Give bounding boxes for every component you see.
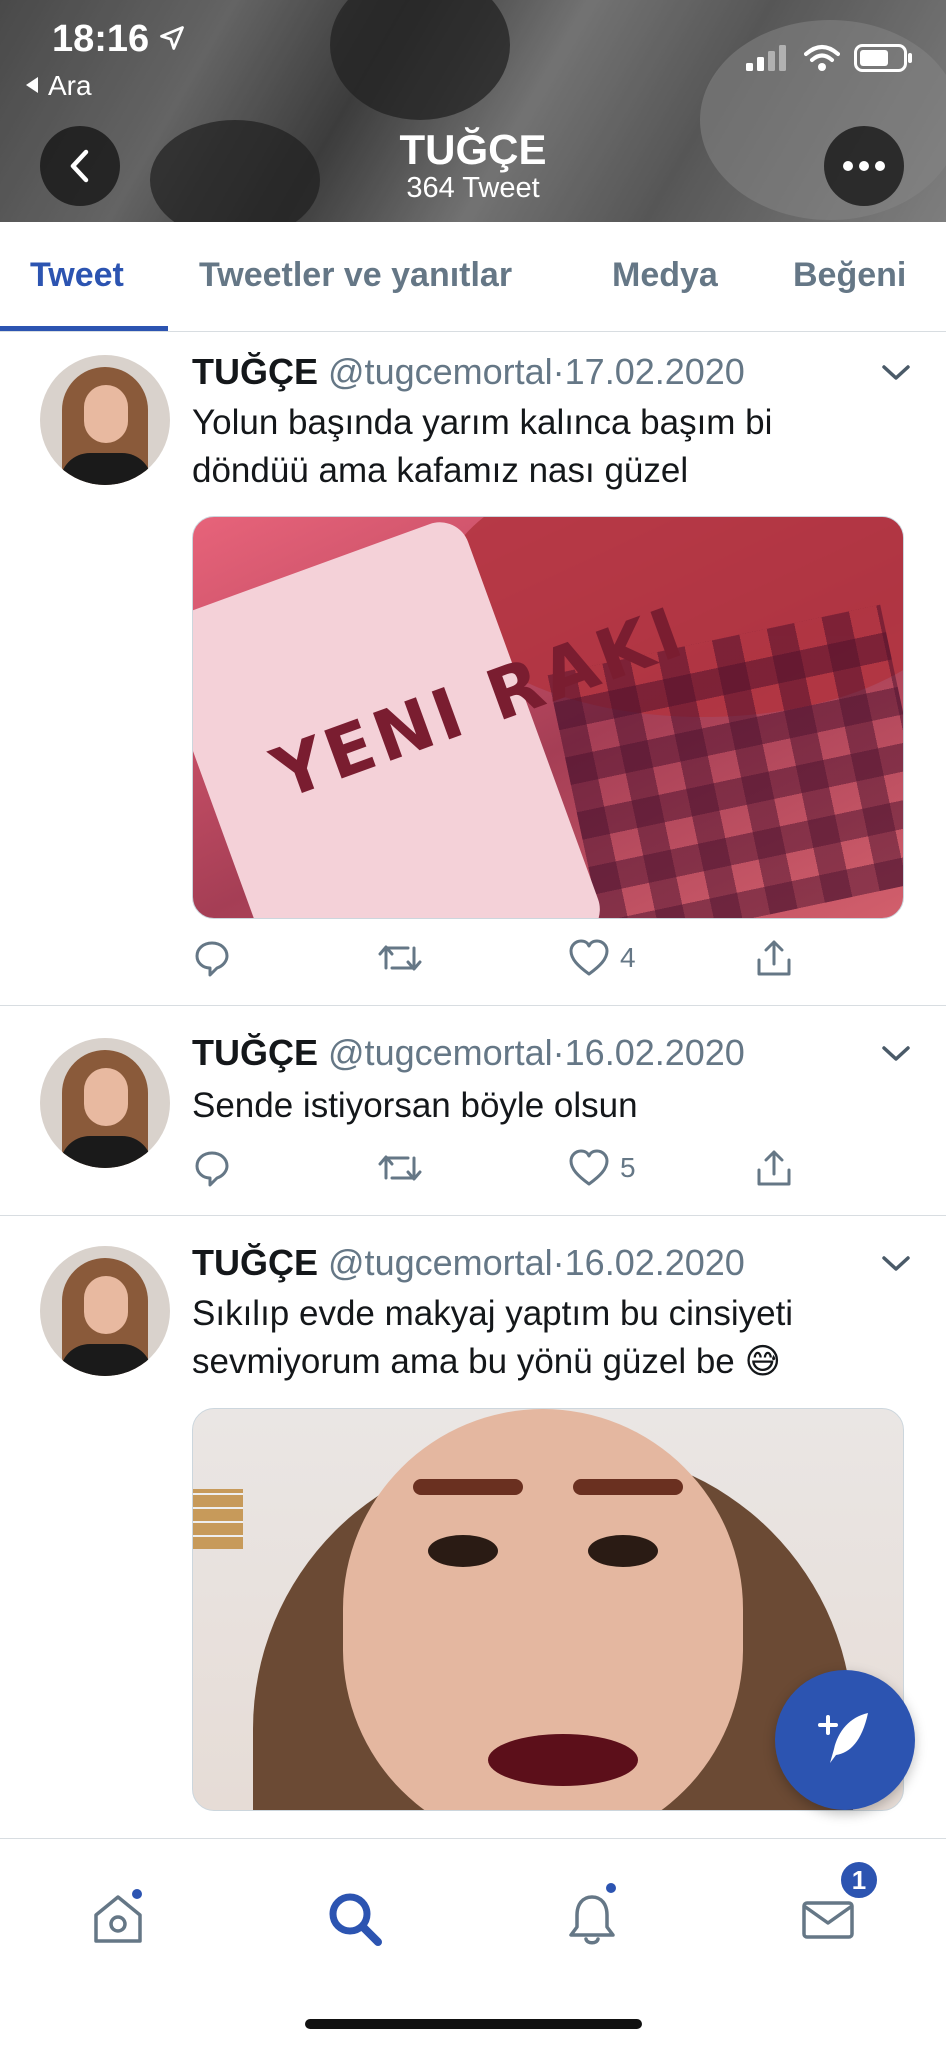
tweet-text: Yolun başında yarım kalınca başım bi dön… [192,403,773,490]
heart-icon [569,1149,609,1186]
tab-media[interactable]: Medya [612,256,718,295]
tweet-author-name[interactable]: TUĞÇE [192,1242,318,1283]
tweet-separator: · [552,351,565,392]
retweet-button[interactable] [376,938,424,978]
battery-icon [854,44,912,72]
status-time: 18:16 [52,18,150,60]
avatar[interactable] [40,1246,170,1376]
chevron-down-icon[interactable] [880,363,912,383]
active-tab-indicator [0,326,168,331]
retweet-icon [378,1155,422,1181]
tweet-date: 16.02.2020 [564,1032,745,1073]
bottom-navigation: 1 [0,1838,946,2048]
tweet-header: TUĞÇE @tugcemortal·16.02.2020 [192,1032,745,1074]
retweet-icon [378,945,422,971]
tweet-separator: · [552,1242,565,1283]
heart-icon [569,939,609,976]
chevron-down-icon[interactable] [880,1044,912,1064]
status-icons [746,44,914,72]
reply-button[interactable] [192,938,232,978]
wifi-icon [804,45,840,71]
tweet-header: TUĞÇE @tugcemortal·17.02.2020 [192,351,745,393]
compose-tweet-button[interactable] [775,1670,915,1810]
tab-tweets-and-replies[interactable]: Tweetler ve yanıtlar [199,256,512,295]
nav-notifications[interactable] [552,1879,632,1959]
location-arrow-icon [160,26,184,50]
tweet-image[interactable]: YENI RAKI [192,516,904,919]
tab-likes[interactable]: Beğeni [793,256,906,295]
more-dot-icon [843,161,853,171]
chevron-down-icon[interactable] [880,1254,912,1274]
share-icon [757,1150,791,1186]
tweet-item[interactable]: TUĞÇE @tugcemortal·17.02.2020 Yolun başı… [0,333,946,1006]
profile-tabs: Tweet Tweetler ve yanıtlar Medya Beğeni [0,222,946,332]
back-to-app-link[interactable]: Ara [26,70,92,102]
messages-badge: 1 [838,1859,880,1901]
retweet-button[interactable] [376,1148,424,1188]
like-count: 5 [620,1152,636,1183]
nav-home[interactable] [78,1879,158,1959]
more-dot-icon [859,161,869,171]
tweet-separator: · [552,1032,565,1073]
home-notification-dot [130,1887,144,1901]
tweet-author-name[interactable]: TUĞÇE [192,1032,318,1073]
share-button[interactable] [754,938,794,978]
like-count: 4 [620,942,636,973]
tweet-actions: 4 [192,938,812,988]
tab-tweet[interactable]: Tweet [30,256,124,295]
tweet-text: Sende istiyorsan böyle olsun [192,1086,638,1125]
avatar[interactable] [40,355,170,485]
tweet-date: 17.02.2020 [564,351,745,392]
profile-name: TUĞÇE [399,126,547,173]
back-triangle-icon [26,77,38,93]
tweet-author-handle: @tugcemortal [328,1032,553,1073]
profile-header: 18:16 Ara TUĞÇE 364 Tweet [0,0,946,222]
reply-icon [195,1151,229,1187]
tweet-header: TUĞÇE @tugcemortal·16.02.2020 [192,1242,745,1284]
tweet-count: 364 Tweet [406,172,540,204]
compose-feather-icon [818,1713,868,1763]
tweet-author-handle: @tugcemortal [328,351,553,392]
like-button[interactable]: 4 [568,938,636,978]
notifications-dot [604,1881,618,1895]
signal-icon [746,45,786,71]
tweet-date: 16.02.2020 [564,1242,745,1283]
tweet-author-name[interactable]: TUĞÇE [192,351,318,392]
more-options-button[interactable] [824,126,904,206]
back-app-label: Ara [48,70,92,101]
search-icon [329,1893,382,1946]
share-icon [757,940,791,976]
like-button[interactable]: 5 [568,1148,636,1188]
nav-search[interactable] [315,1879,395,1959]
home-indicator[interactable] [305,2019,642,2029]
share-button[interactable] [754,1148,794,1188]
tweet-author-handle: @tugcemortal [328,1242,553,1283]
bell-icon [569,1895,615,1945]
reply-icon [195,941,229,977]
tweet-text: Sıkılıp evde makyaj yaptım bu cinsiyeti … [192,1294,794,1381]
tweet-item[interactable]: TUĞÇE @tugcemortal·16.02.2020 Sende isti… [0,1006,946,1216]
more-dot-icon [875,161,885,171]
tweet-actions: 5 [192,1148,812,1198]
reply-button[interactable] [192,1148,232,1188]
avatar[interactable] [40,1038,170,1168]
